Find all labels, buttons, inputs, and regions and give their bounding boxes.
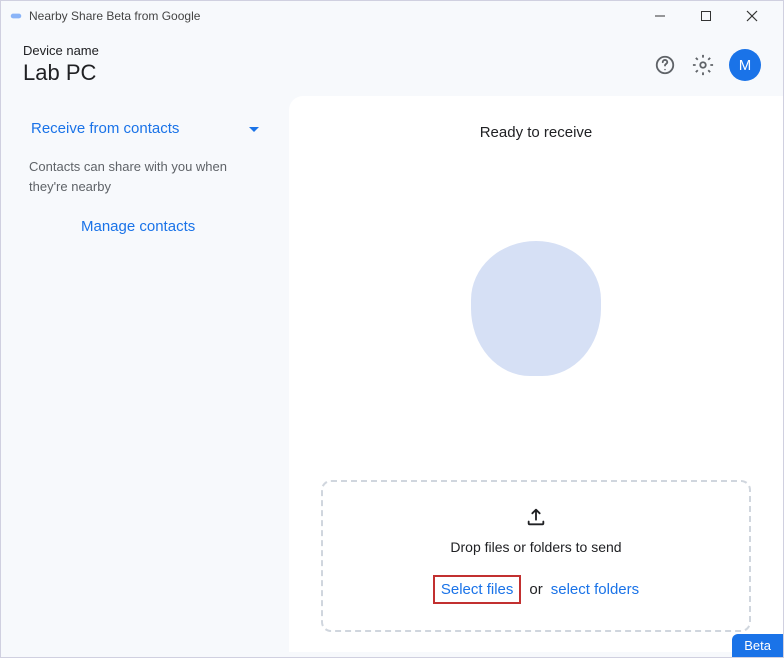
receive-description: Contacts can share with you when they're…	[29, 157, 261, 196]
app-icon	[9, 9, 23, 23]
maximize-button[interactable]	[683, 1, 729, 31]
window-title: Nearby Share Beta from Google	[29, 9, 637, 23]
header-actions: M	[653, 49, 761, 81]
chevron-down-icon	[249, 120, 259, 137]
receive-visibility-dropdown[interactable]: Receive from contacts	[29, 114, 261, 143]
device-label: Device name	[23, 43, 99, 58]
device-name: Lab PC	[23, 60, 99, 86]
select-row: Select files or select folders	[433, 575, 639, 604]
select-folders-link[interactable]: select folders	[551, 581, 639, 598]
window-controls	[637, 1, 775, 31]
close-button[interactable]	[729, 1, 775, 31]
sidebar: Receive from contacts Contacts can share…	[1, 96, 289, 652]
or-text: or	[529, 581, 542, 598]
device-info: Device name Lab PC	[23, 43, 99, 86]
avatar-initial: M	[739, 57, 752, 74]
status-graphic	[471, 241, 601, 376]
settings-button[interactable]	[691, 53, 715, 77]
help-button[interactable]	[653, 53, 677, 77]
dropzone[interactable]: Drop files or folders to send Select fil…	[321, 480, 751, 632]
select-files-link[interactable]: Select files	[433, 575, 522, 604]
receive-label: Receive from contacts	[31, 120, 179, 137]
main-panel: Ready to receive Drop files or folders t…	[289, 96, 783, 652]
content-area: Receive from contacts Contacts can share…	[1, 96, 783, 652]
beta-badge: Beta	[732, 634, 783, 657]
app-header: Device name Lab PC M	[1, 31, 783, 96]
titlebar: Nearby Share Beta from Google	[1, 1, 783, 31]
minimize-button[interactable]	[637, 1, 683, 31]
upload-icon	[525, 506, 547, 533]
user-avatar[interactable]: M	[729, 49, 761, 81]
dropzone-text: Drop files or folders to send	[450, 539, 621, 555]
status-text: Ready to receive	[480, 124, 593, 141]
manage-contacts-link[interactable]: Manage contacts	[29, 218, 261, 235]
